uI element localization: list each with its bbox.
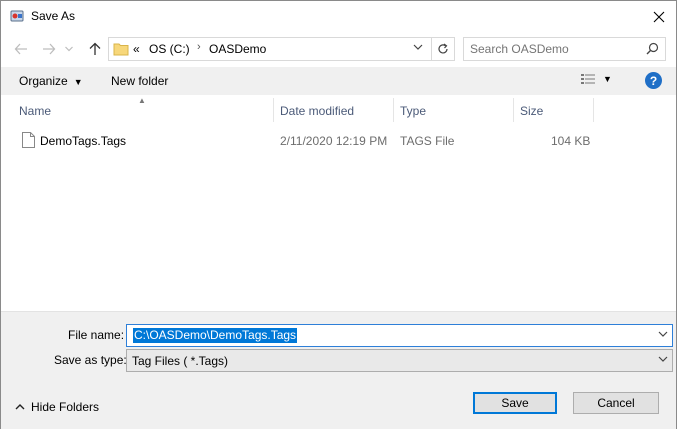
navigation-bar: « OS (C:) › OASDemo: [1, 35, 676, 63]
back-button[interactable]: [11, 39, 31, 59]
search-box[interactable]: [463, 37, 666, 61]
view-caret-down-icon: ▼: [603, 74, 612, 84]
address-dropdown-icon[interactable]: [413, 43, 423, 51]
column-divider[interactable]: [393, 98, 394, 122]
organize-menu-button[interactable]: Organize ▼: [19, 74, 83, 88]
file-type: TAGS File: [400, 134, 455, 148]
column-header-size[interactable]: Size: [520, 104, 543, 118]
arrow-left-icon: [14, 43, 27, 55]
window-title: Save As: [31, 9, 76, 23]
chevron-up-icon: [15, 404, 25, 410]
file-name-label: File name:: [68, 328, 125, 342]
search-input[interactable]: [470, 41, 630, 57]
up-button[interactable]: [85, 39, 105, 59]
file-name-input-value[interactable]: C:\OASDemo\DemoTags.Tags: [133, 328, 298, 343]
title-bar: Save As: [1, 1, 676, 32]
refresh-icon: [438, 43, 448, 54]
close-icon: [653, 11, 665, 22]
save-type-select[interactable]: Tag Files ( *.Tags): [126, 349, 673, 372]
column-header-name[interactable]: Name: [19, 104, 51, 118]
close-button[interactable]: [642, 1, 676, 32]
app-icon: [10, 10, 24, 22]
document-icon: [22, 132, 35, 148]
cancel-button[interactable]: Cancel: [573, 392, 659, 414]
breadcrumb-overflow[interactable]: «: [133, 42, 140, 56]
column-header-date-modified[interactable]: Date modified: [280, 104, 354, 118]
file-list-header: Name Date modified Type Size: [1, 98, 676, 123]
organize-label: Organize: [19, 74, 68, 88]
chevron-down-icon: [65, 46, 73, 52]
column-header-type[interactable]: Type: [400, 104, 426, 118]
save-as-dialog: Save As « OS (C:) › OASDemo Search OASDe…: [0, 0, 677, 429]
breadcrumb-folder[interactable]: OASDemo: [209, 42, 266, 56]
column-divider[interactable]: [593, 98, 594, 122]
breadcrumb-drive[interactable]: OS (C:): [149, 42, 190, 56]
caret-down-icon: ▼: [73, 77, 83, 87]
command-bar: Organize ▼ New folder ▼ ?: [1, 67, 676, 95]
breadcrumb-separator-icon[interactable]: ›: [197, 41, 201, 53]
save-options-panel: File name: C:\OASDemo\DemoTags.Tags Save…: [1, 311, 676, 429]
chevron-down-icon[interactable]: [658, 330, 668, 338]
address-bar[interactable]: « OS (C:) › OASDemo: [108, 37, 455, 61]
save-type-label: Save as type:: [54, 353, 127, 367]
file-date-modified: 2/11/2020 12:19 PM: [280, 134, 388, 148]
search-icon[interactable]: [646, 42, 659, 55]
hide-folders-toggle[interactable]: Hide Folders: [15, 400, 99, 414]
recent-locations-button[interactable]: [63, 39, 75, 59]
help-button[interactable]: ?: [645, 72, 662, 89]
save-type-value: Tag Files ( *.Tags): [132, 354, 229, 368]
folder-icon: [113, 43, 129, 56]
file-name: DemoTags.Tags: [40, 134, 127, 148]
refresh-button[interactable]: [431, 38, 454, 60]
help-icon: ?: [649, 73, 658, 88]
column-divider[interactable]: [513, 98, 514, 122]
file-size: 104 KB: [551, 134, 591, 148]
change-view-button[interactable]: ▼: [581, 73, 612, 85]
save-button[interactable]: Save: [473, 392, 557, 414]
chevron-down-icon: [658, 356, 668, 362]
column-divider[interactable]: [273, 98, 274, 122]
file-row[interactable]: DemoTags.Tags 2/11/2020 12:19 PM TAGS Fi…: [18, 129, 598, 151]
file-name-field[interactable]: C:\OASDemo\DemoTags.Tags: [126, 324, 673, 347]
details-view-icon: [581, 74, 595, 84]
forward-button[interactable]: [39, 39, 59, 59]
new-folder-button[interactable]: New folder: [111, 74, 168, 88]
arrow-right-icon: [43, 43, 56, 55]
arrow-up-icon: [89, 42, 101, 55]
hide-folders-label: Hide Folders: [31, 400, 100, 414]
